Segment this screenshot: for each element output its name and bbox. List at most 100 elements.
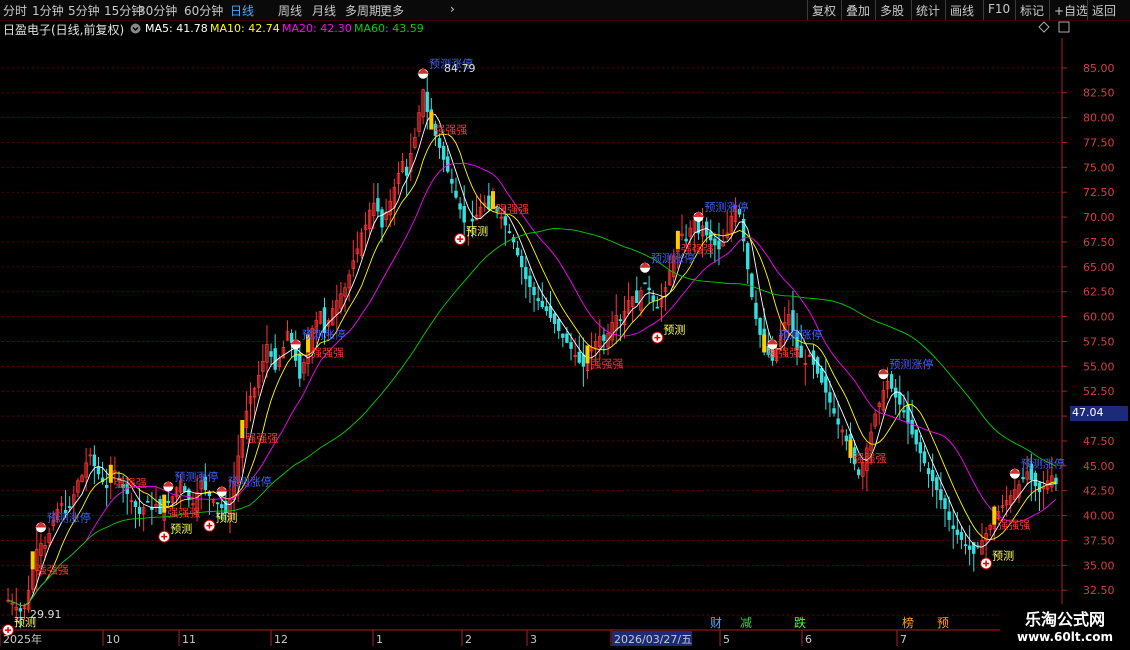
strong-signal-bar [240,420,245,439]
y-tick-label: 32.50 [1083,584,1115,597]
candle-body [376,198,380,212]
limit-up-house-icon [1008,467,1021,474]
limit-up-house-icon [639,261,652,268]
candle-body [959,532,964,540]
candle-body [404,166,409,176]
toolbar-separator [841,0,842,20]
y-tick-label: 37.50 [1083,534,1115,547]
toolbar-button-2[interactable]: 多股 [880,2,904,19]
y-tick-label: 42.50 [1083,485,1115,498]
period-tab-1[interactable]: 1分钟 [32,2,64,19]
candle-body [746,243,750,270]
candle-body [520,255,524,268]
strong-signal-label: 强强强 [496,203,529,216]
period-tab-2[interactable]: 5分钟 [68,2,100,19]
more-chevron-icon[interactable]: › [450,2,455,16]
collapse-toggle-icon[interactable] [130,23,141,37]
candle-body [717,240,721,250]
bottom-event-marker: 财 [710,616,722,630]
toolbar-button-6[interactable]: 标记 [1020,2,1044,19]
y-tick-label: 57.50 [1083,335,1115,348]
candle-body [758,318,762,335]
candle-body [215,502,220,505]
candle-body [935,477,939,491]
candle-body [273,348,277,370]
candle-body [820,368,824,383]
predict-signal-label: 预测 [992,549,1014,562]
candle-body [470,218,475,222]
strong-signal-label: 强强强 [997,519,1030,532]
period-tab-10[interactable]: 更多 [380,2,404,19]
period-tab-0[interactable]: 分时 [3,2,27,19]
candle-body [815,357,820,374]
limit-up-signal-label: 预测涨停 [1021,457,1065,471]
y-tick-label: 62.50 [1083,286,1115,299]
candle-body [569,342,573,349]
strong-signal-bar [585,345,590,364]
x-axis-label: 2026/03/27/五 [614,633,692,646]
kline-chart[interactable]: 85.00 82.50 80.00 77.50 75.00 72.50 70.00 67.50… [0,38,1130,650]
strong-signal-label: 强强强 [114,477,147,490]
y-tick-label: 85.00 [1083,62,1115,75]
candle-body [684,238,688,242]
candle-body [269,351,273,357]
candle-body [441,145,446,160]
candle-body [889,374,894,389]
toolbar-button-0[interactable]: 复权 [812,2,836,19]
candle-body [1054,477,1058,485]
ma10-value: MA10: 42.74 [210,22,280,35]
toolbar-button-7[interactable]: +自选 [1054,2,1088,19]
period-tab-4[interactable]: 30分钟 [138,2,177,19]
diamond-icon[interactable] [1038,21,1050,36]
candle-body [750,273,754,298]
toolbar-separator [1049,0,1050,20]
toolbar-button-1[interactable]: 叠加 [846,2,870,19]
toolbar-separator [1087,0,1088,20]
y-tick-label: 35.00 [1083,559,1115,572]
limit-up-signal-label: 预测涨停 [302,327,346,341]
stock-name-title: 日盈电子(日线,前复权) [3,23,125,37]
period-tab-8[interactable]: 月线 [312,2,336,19]
candle-body [643,282,647,285]
candle-body [824,376,828,393]
candle-body [540,300,544,308]
candle-body [158,498,162,514]
candle-body [487,195,491,210]
candle-body [446,156,450,172]
period-tab-5[interactable]: 60分钟 [184,2,223,19]
period-tab-6[interactable]: 日线 [230,2,254,19]
candle-body [914,429,918,445]
candle-body [507,231,512,233]
strong-signal-label: 强强强 [36,563,69,576]
period-tab-9[interactable]: 多周期 [345,2,381,19]
strong-signal-label: 强强强 [167,507,200,520]
candle-body [146,500,150,503]
toolbar-separator [983,0,984,20]
candle-body [602,334,606,341]
toolbar-button-3[interactable]: 统计 [916,2,940,19]
x-axis-label: 10 [106,633,120,646]
strong-signal-bar [30,551,35,570]
window-icon[interactable] [1058,21,1070,36]
period-tab-7[interactable]: 周线 [278,2,302,19]
toolbar-button-5[interactable]: F10 [988,2,1010,16]
candle-body [557,319,561,331]
y-tick-label: 65.00 [1083,261,1115,274]
candle-body [380,209,384,228]
ma5-value: MA5: 41.78 [145,22,208,35]
candle-body [963,544,968,547]
ma-info-bar: 日盈电子(日线,前复权) MA5: 41.78 MA10: 42.74 MA20… [0,21,1130,37]
limit-up-signal-label: 预测涨停 [778,327,822,341]
ma60-line [7,228,1057,606]
candle-body [635,290,639,304]
strong-signal-bar [429,111,434,130]
strong-signal-label: 强强强 [590,357,623,370]
toolbar-button-4[interactable]: 画线 [950,2,974,19]
bottom-event-marker: 榜 [902,615,914,630]
candle-body [655,306,660,309]
y-tick-label: 47.50 [1083,435,1115,448]
predict-signal-label: 预测 [215,512,237,525]
strong-signal-bar [162,494,167,513]
toolbar-button-8[interactable]: 返回 [1092,2,1116,19]
candle-body [955,529,960,535]
